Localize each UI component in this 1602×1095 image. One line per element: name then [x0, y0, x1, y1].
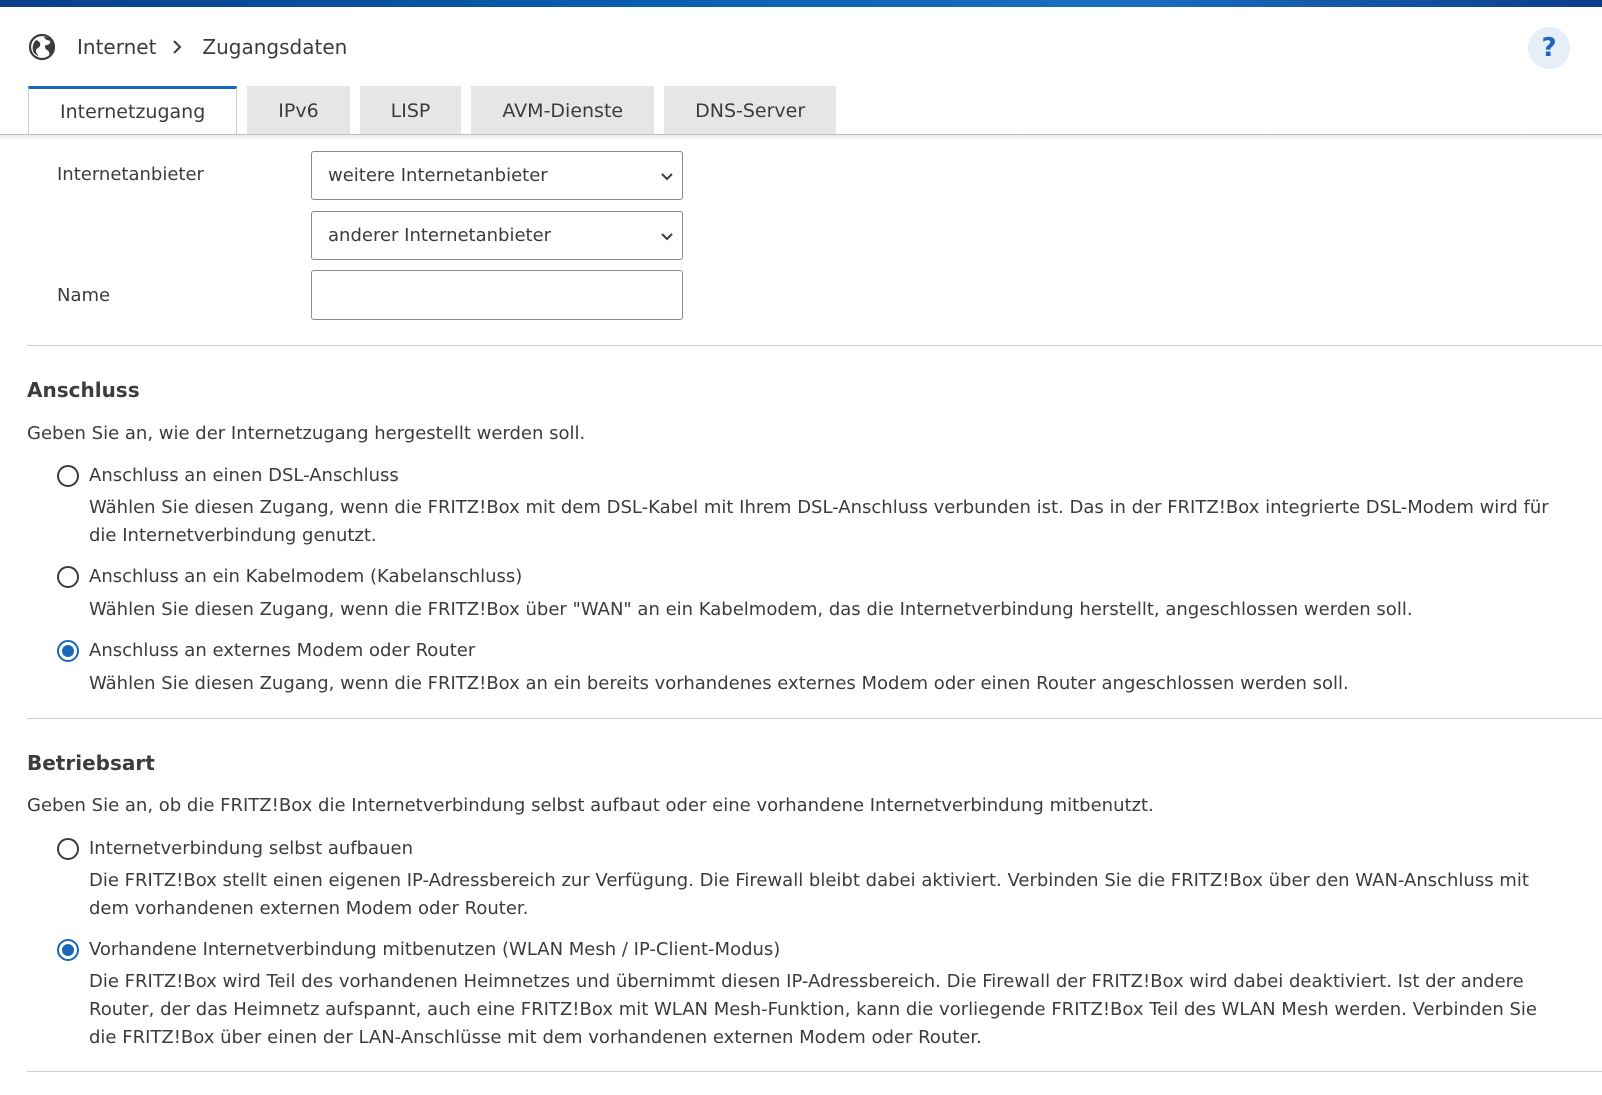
globe-icon: [28, 33, 56, 61]
radio-selbst-aufbauen-label[interactable]: Internetverbindung selbst aufbauen: [89, 838, 413, 859]
tab-ipv6[interactable]: IPv6: [247, 86, 350, 135]
provider-sub-select[interactable]: anderer Internetanbieter: [311, 211, 683, 260]
betriebsart-intro: Geben Sie an, ob die FRITZ!Box die Inter…: [27, 795, 1154, 816]
radio-mitbenutzen-desc: Die FRITZ!Box wird Teil des vorhandenen …: [89, 971, 1537, 1048]
radio-dsl-desc: Wählen Sie diesen Zugang, wenn die FRITZ…: [89, 497, 1549, 546]
anschluss-intro: Geben Sie an, wie der Internetzugang her…: [27, 423, 586, 444]
radio-dsl[interactable]: [57, 465, 79, 487]
divider: [27, 718, 1602, 719]
chevron-right-icon: [172, 40, 182, 54]
provider-sub-select-value: anderer Internetanbieter: [328, 225, 552, 246]
divider: [27, 345, 1602, 346]
breadcrumb-zugangsdaten: Zugangsdaten: [202, 35, 348, 59]
radio-mitbenutzen-label[interactable]: Vorhandene Internetverbindung mitbenutze…: [89, 939, 780, 960]
provider-select[interactable]: weitere Internetanbieter: [311, 151, 683, 200]
tab-shadow: [0, 135, 1602, 141]
provider-label: Internetanbieter: [57, 164, 204, 185]
tab-dns-server[interactable]: DNS-Server: [664, 86, 837, 135]
chevron-down-icon: [660, 228, 674, 249]
tab-avm-dienste[interactable]: AVM-Dienste: [471, 86, 655, 135]
breadcrumb-internet[interactable]: Internet: [77, 35, 156, 59]
radio-dsl-label[interactable]: Anschluss an einen DSL-Anschluss: [89, 465, 399, 486]
radio-selbst-aufbauen[interactable]: [57, 838, 79, 860]
radio-extern-label[interactable]: Anschluss an externes Modem oder Router: [89, 640, 475, 661]
tab-lisp[interactable]: LISP: [359, 86, 462, 135]
top-accent-bar: [0, 0, 1602, 7]
tab-bar: Internetzugang IPv6 LISP AVM-Dienste DNS…: [28, 86, 846, 135]
radio-kabel-label[interactable]: Anschluss an ein Kabelmodem (Kabelanschl…: [89, 566, 522, 587]
radio-mitbenutzen[interactable]: [57, 939, 79, 961]
name-input[interactable]: [311, 270, 683, 320]
divider: [27, 1071, 1602, 1072]
provider-select-value: weitere Internetanbieter: [328, 165, 548, 186]
name-label: Name: [57, 285, 111, 306]
tab-internetzugang[interactable]: Internetzugang: [28, 86, 238, 135]
betriebsart-heading: Betriebsart: [27, 751, 155, 775]
radio-extern[interactable]: [57, 640, 79, 662]
help-button[interactable]: ?: [1528, 27, 1570, 69]
radio-kabel[interactable]: [57, 566, 79, 588]
anschluss-heading: Anschluss: [27, 378, 140, 402]
radio-kabel-desc: Wählen Sie diesen Zugang, wenn die FRITZ…: [89, 599, 1413, 620]
breadcrumb: Internet Zugangsdaten: [28, 32, 347, 62]
chevron-down-icon: [660, 168, 674, 189]
radio-selbst-aufbauen-desc: Die FRITZ!Box stellt einen eigenen IP-Ad…: [89, 870, 1529, 919]
radio-extern-desc: Wählen Sie diesen Zugang, wenn die FRITZ…: [89, 673, 1349, 694]
